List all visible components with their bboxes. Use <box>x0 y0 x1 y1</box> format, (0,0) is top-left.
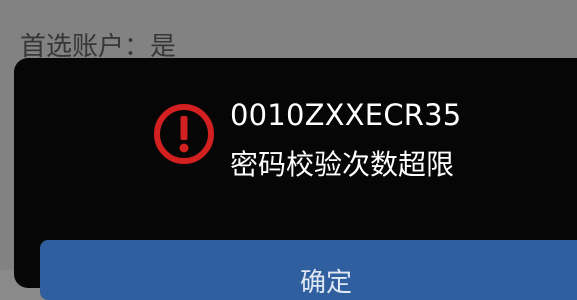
error-code: 0010ZXXECR35 <box>230 98 462 132</box>
confirm-button[interactable]: 确定 <box>40 240 577 300</box>
alert-circle-icon <box>152 102 216 166</box>
confirm-button-label: 确定 <box>300 268 353 298</box>
error-message: 密码校验次数超限 <box>230 148 455 181</box>
